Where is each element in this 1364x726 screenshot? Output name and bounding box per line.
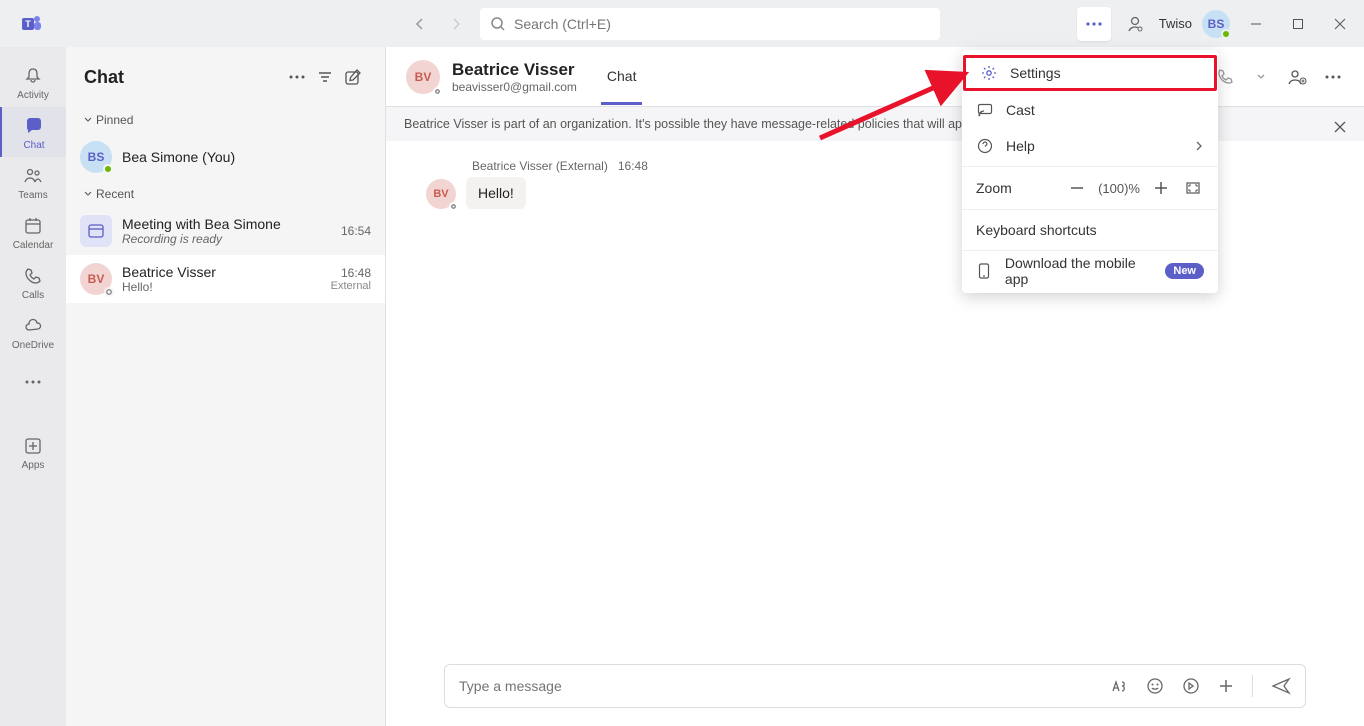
user-name-label: Twiso bbox=[1159, 16, 1192, 31]
rail-apps[interactable]: Apps bbox=[0, 427, 66, 477]
more-menu-dropdown: Settings Cast Help Zoom (100)% Keyboard … bbox=[962, 50, 1218, 293]
new-badge: New bbox=[1165, 263, 1204, 279]
message-bubble: Hello! bbox=[466, 177, 526, 209]
bell-icon bbox=[21, 64, 45, 88]
recent-section-header[interactable]: Recent bbox=[66, 181, 385, 207]
chat-row-title: Bea Simone (You) bbox=[122, 149, 371, 165]
calendar-icon bbox=[21, 214, 45, 238]
nav-forward-icon[interactable] bbox=[442, 10, 470, 38]
rail-more[interactable] bbox=[0, 357, 66, 407]
chat-header-name: Beatrice Visser bbox=[452, 60, 577, 80]
compose-icon[interactable] bbox=[339, 63, 367, 91]
menu-item-cast[interactable]: Cast bbox=[962, 92, 1218, 128]
rail-teams[interactable]: Teams bbox=[0, 157, 66, 207]
compose-area bbox=[386, 650, 1364, 726]
help-icon bbox=[976, 137, 994, 155]
menu-item-zoom: Zoom (100)% bbox=[962, 169, 1218, 207]
chat-row-meeting[interactable]: Meeting with Bea Simone Recording is rea… bbox=[66, 207, 385, 255]
fullscreen-icon[interactable] bbox=[1182, 177, 1204, 199]
notice-close-button[interactable] bbox=[1328, 115, 1352, 139]
nav-back-icon[interactable] bbox=[406, 10, 434, 38]
meeting-avatar-icon bbox=[80, 215, 112, 247]
chat-header-more-icon[interactable] bbox=[1322, 66, 1344, 88]
format-icon[interactable] bbox=[1110, 677, 1128, 695]
teams-icon bbox=[21, 164, 45, 188]
search-icon bbox=[490, 16, 506, 32]
titlebar: T Twiso BS bbox=[0, 0, 1364, 47]
menu-item-settings[interactable]: Settings bbox=[963, 55, 1217, 91]
zoom-out-button[interactable] bbox=[1066, 177, 1088, 199]
message-avatar: BV bbox=[426, 179, 456, 209]
menu-item-keyboard-shortcuts[interactable]: Keyboard shortcuts bbox=[962, 212, 1218, 248]
add-people-button[interactable] bbox=[1286, 66, 1308, 88]
compose-input[interactable] bbox=[459, 678, 1110, 694]
chat-row-time: 16:54 bbox=[341, 224, 371, 238]
zoom-in-button[interactable] bbox=[1150, 177, 1172, 199]
rail-onedrive[interactable]: OneDrive bbox=[0, 307, 66, 357]
chat-row-external-label: External bbox=[331, 280, 371, 292]
caret-down-icon bbox=[84, 190, 92, 198]
chevron-right-icon bbox=[1194, 141, 1204, 151]
send-button[interactable] bbox=[1271, 676, 1291, 696]
menu-item-download-mobile[interactable]: Download the mobile app New bbox=[962, 253, 1218, 289]
cloud-icon bbox=[21, 314, 45, 338]
mobile-icon bbox=[976, 262, 993, 280]
ellipsis-icon bbox=[1086, 22, 1102, 26]
message-time: 16:48 bbox=[618, 159, 648, 173]
chat-icon bbox=[22, 114, 46, 138]
avatar: BV bbox=[80, 263, 112, 295]
chat-row-subtitle: Hello! bbox=[122, 280, 321, 294]
ellipsis-icon bbox=[21, 370, 45, 394]
phone-icon bbox=[21, 264, 45, 288]
zoom-value: (100)% bbox=[1098, 181, 1140, 196]
app-rail: Activity Chat Teams Calendar Calls OneDr… bbox=[0, 47, 66, 726]
chat-list-panel: Chat Pinned BS Bea Simone (You) Recent M… bbox=[66, 47, 386, 726]
chat-row-beatrice[interactable]: BV Beatrice Visser Hello! 16:48 External bbox=[66, 255, 385, 303]
chat-row-title: Meeting with Bea Simone bbox=[122, 216, 331, 232]
people-icon[interactable] bbox=[1121, 10, 1149, 38]
chat-more-icon[interactable] bbox=[283, 63, 311, 91]
more-options-button[interactable] bbox=[1077, 7, 1111, 41]
rail-activity[interactable]: Activity bbox=[0, 57, 66, 107]
gif-icon[interactable] bbox=[1182, 677, 1200, 695]
avatar: BS bbox=[80, 141, 112, 173]
presence-offline-icon bbox=[433, 87, 442, 96]
search-box[interactable] bbox=[480, 8, 940, 40]
presence-available-icon bbox=[103, 164, 113, 174]
pinned-section-header[interactable]: Pinned bbox=[66, 107, 385, 133]
chat-header-avatar: BV bbox=[406, 60, 440, 94]
user-avatar[interactable]: BS bbox=[1202, 10, 1230, 38]
presence-offline-icon bbox=[449, 202, 458, 211]
chat-row-time: 16:48 bbox=[341, 266, 371, 280]
search-input[interactable] bbox=[514, 16, 930, 32]
presence-offline-icon bbox=[104, 287, 114, 297]
window-maximize-button[interactable] bbox=[1282, 10, 1314, 38]
emoji-icon[interactable] bbox=[1146, 677, 1164, 695]
chat-row-subtitle: Recording is ready bbox=[122, 232, 331, 246]
tab-chat[interactable]: Chat bbox=[601, 48, 643, 105]
gear-icon bbox=[980, 64, 998, 82]
svg-text:T: T bbox=[25, 19, 31, 29]
chat-header-email: beavisser0@gmail.com bbox=[452, 80, 577, 94]
call-chevron-icon[interactable] bbox=[1250, 66, 1272, 88]
caret-down-icon bbox=[84, 116, 92, 124]
rail-calendar[interactable]: Calendar bbox=[0, 207, 66, 257]
presence-available-icon bbox=[1221, 29, 1231, 39]
chat-row-pinned[interactable]: BS Bea Simone (You) bbox=[66, 133, 385, 181]
rail-chat[interactable]: Chat bbox=[0, 107, 66, 157]
cast-icon bbox=[976, 101, 994, 119]
rail-calls[interactable]: Calls bbox=[0, 257, 66, 307]
filter-icon[interactable] bbox=[311, 63, 339, 91]
plus-icon[interactable] bbox=[1218, 678, 1234, 694]
teams-logo: T bbox=[8, 12, 56, 36]
chat-panel-title: Chat bbox=[84, 67, 283, 88]
message-sender: Beatrice Visser (External) bbox=[472, 159, 608, 173]
menu-item-help[interactable]: Help bbox=[962, 128, 1218, 164]
window-close-button[interactable] bbox=[1324, 10, 1356, 38]
window-minimize-button[interactable] bbox=[1240, 10, 1272, 38]
apps-icon bbox=[21, 434, 45, 458]
compose-box[interactable] bbox=[444, 664, 1306, 708]
chat-row-title: Beatrice Visser bbox=[122, 264, 321, 280]
